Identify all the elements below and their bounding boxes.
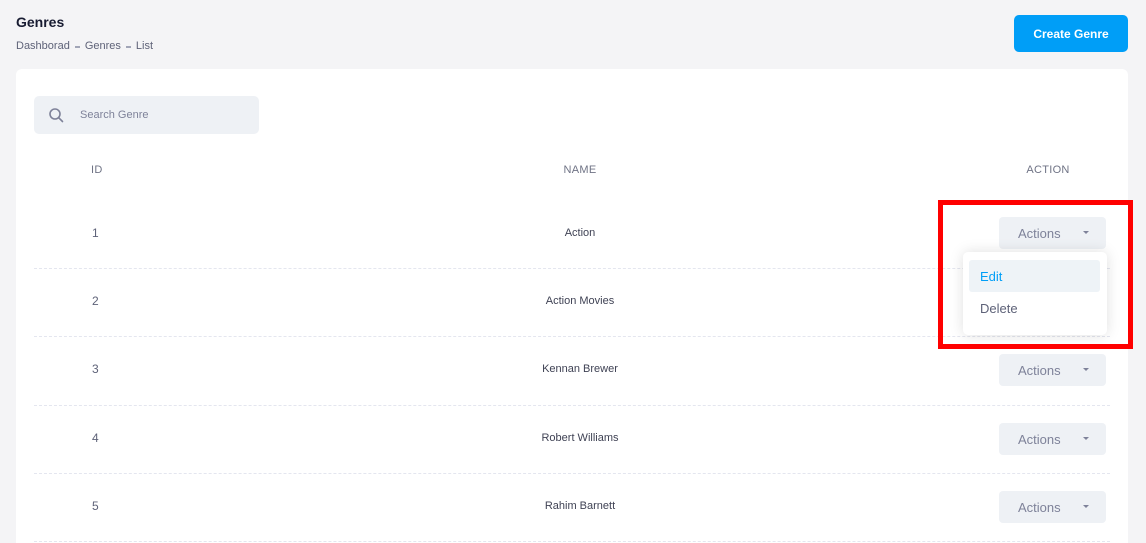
cell-id: 2 bbox=[92, 294, 99, 308]
cell-id: 1 bbox=[92, 226, 99, 240]
actions-button-label: Actions bbox=[1018, 499, 1061, 515]
page-title: Genres bbox=[16, 14, 65, 30]
search-box[interactable] bbox=[34, 96, 259, 134]
breadcrumb-separator bbox=[125, 46, 131, 48]
actions-button-label: Actions bbox=[1018, 362, 1061, 378]
breadcrumb-item-dashboard[interactable]: Dashborad bbox=[16, 40, 70, 52]
search-icon bbox=[49, 108, 64, 123]
cell-name: Robert Williams bbox=[541, 432, 619, 444]
column-header-id: ID bbox=[91, 164, 103, 176]
cell-name: Action Movies bbox=[545, 295, 615, 307]
caret-down-icon bbox=[1083, 505, 1089, 508]
create-genre-button[interactable]: Create Genre bbox=[1014, 15, 1128, 52]
cell-name: Kennan Brewer bbox=[542, 363, 618, 375]
actions-dropdown-button[interactable]: Actions bbox=[999, 423, 1106, 455]
column-header-action: ACTION bbox=[1026, 164, 1070, 176]
caret-down-icon bbox=[1083, 368, 1089, 371]
cell-id: 3 bbox=[92, 362, 99, 376]
breadcrumb-item-genres[interactable]: Genres bbox=[85, 40, 121, 52]
cell-id: 4 bbox=[92, 431, 99, 445]
search-input[interactable] bbox=[80, 96, 250, 134]
cell-id: 5 bbox=[92, 499, 99, 513]
actions-button-label: Actions bbox=[1018, 431, 1061, 447]
breadcrumb: Dashborad Genres List bbox=[16, 40, 153, 52]
table-row: 4 Robert Williams Actions bbox=[34, 406, 1110, 474]
breadcrumb-item-list: List bbox=[135, 40, 154, 52]
actions-dropdown-button[interactable]: Actions bbox=[999, 354, 1106, 386]
cell-name: Action bbox=[564, 227, 596, 239]
actions-dropdown-button[interactable]: Actions bbox=[999, 491, 1106, 523]
caret-down-icon bbox=[1083, 437, 1089, 440]
breadcrumb-separator bbox=[74, 46, 80, 48]
column-header-name: NAME bbox=[563, 164, 597, 176]
highlight-annotation-box bbox=[938, 200, 1133, 349]
table-row: 5 Rahim Barnett Actions bbox=[34, 474, 1110, 542]
cell-name: Rahim Barnett bbox=[544, 500, 616, 512]
